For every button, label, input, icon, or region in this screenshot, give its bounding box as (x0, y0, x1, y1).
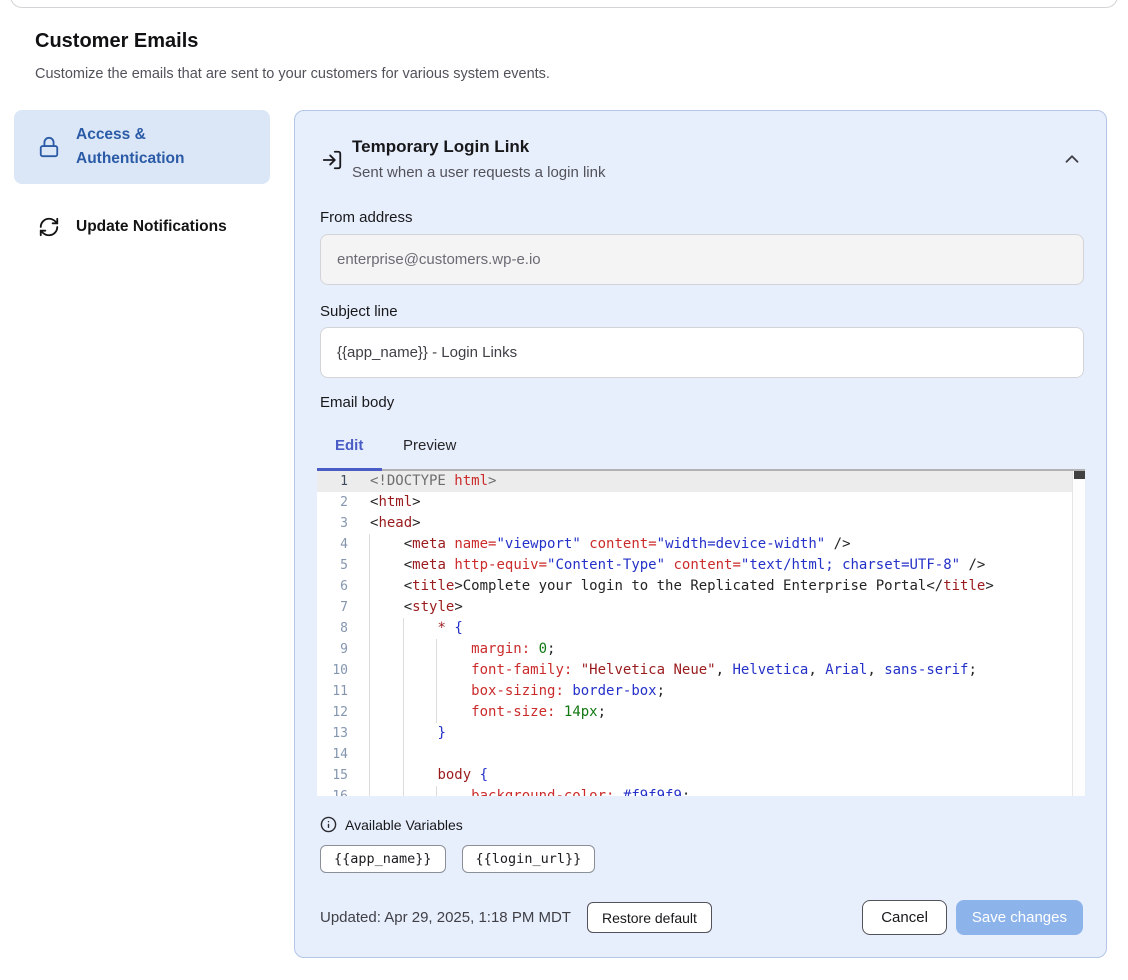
subject-line-input[interactable] (320, 327, 1084, 378)
line-number: 8 (317, 618, 348, 639)
available-variables-label: Available Variables (345, 817, 463, 833)
code-line-text: * { (370, 618, 463, 639)
code-line-text: <meta http-equiv="Content-Type" content=… (370, 555, 985, 576)
variable-chip-app-name[interactable]: {{app_name}} (320, 845, 446, 873)
cancel-button[interactable]: Cancel (862, 900, 947, 935)
indent-guide (369, 744, 370, 765)
code-line-text: <meta name="viewport" content="width=dev… (370, 534, 851, 555)
restore-default-button[interactable]: Restore default (587, 902, 712, 933)
refresh-icon (38, 216, 60, 238)
code-line[interactable]: 9 margin: 0; (317, 639, 1072, 660)
sidebar-item-update-notifications[interactable]: Update Notifications (14, 203, 270, 251)
code-line[interactable]: 5 <meta http-equiv="Content-Type" conten… (317, 555, 1072, 576)
code-line-text: <!DOCTYPE html> (370, 471, 496, 492)
code-line[interactable]: 2 <html> (317, 492, 1072, 513)
code-line[interactable]: 6 <title>Complete your login to the Repl… (317, 576, 1072, 597)
temporary-login-link-card: Temporary Login Link Sent when a user re… (294, 110, 1107, 958)
code-line[interactable]: 15 body { (317, 765, 1072, 786)
line-number: 3 (317, 513, 348, 534)
code-line[interactable]: 13 } (317, 723, 1072, 744)
section-title: Temporary Login Link (352, 137, 529, 157)
line-number: 6 (317, 576, 348, 597)
code-line-text: body { (370, 765, 488, 786)
info-icon (320, 816, 337, 833)
code-line[interactable]: 11 box-sizing: border-box; (317, 681, 1072, 702)
line-number: 4 (317, 534, 348, 555)
chevron-up-icon[interactable] (1061, 147, 1085, 171)
line-number: 2 (317, 492, 348, 513)
line-number: 5 (317, 555, 348, 576)
code-line-text: font-family: "Helvetica Neue", Helvetica… (370, 660, 977, 681)
line-number: 1 (317, 471, 348, 492)
page-subtitle: Customize the emails that are sent to yo… (35, 66, 550, 82)
log-in-icon (321, 149, 343, 171)
editor-scrollbar-track[interactable] (1072, 471, 1085, 796)
code-line-text: font-size: 14px; (370, 702, 606, 723)
line-number: 11 (317, 681, 348, 702)
tab-preview[interactable]: Preview (403, 437, 456, 454)
sidebar-item-label: Update Notifications (76, 215, 227, 239)
code-line-text: margin: 0; (370, 639, 555, 660)
section-subtitle: Sent when a user requests a login link (352, 164, 605, 181)
code-line-text: <style> (370, 597, 463, 618)
code-line[interactable]: 1 <!DOCTYPE html> (317, 471, 1072, 492)
indent-guide (403, 744, 404, 765)
sidebar-item-label: Access & Authentication (76, 123, 256, 171)
code-line[interactable]: 7 <style> (317, 597, 1072, 618)
line-number: 12 (317, 702, 348, 723)
email-types-sidebar: Access & Authentication Update Notificat… (14, 110, 270, 251)
previous-card-bottom-edge (10, 0, 1118, 8)
page-title: Customer Emails (35, 30, 198, 53)
from-address-label: From address (320, 209, 413, 226)
code-line[interactable]: 4 <meta name="viewport" content="width=d… (317, 534, 1072, 555)
line-number: 15 (317, 765, 348, 786)
from-address-input[interactable] (320, 234, 1084, 285)
code-line[interactable]: 3 <head> (317, 513, 1072, 534)
code-line[interactable]: 10 font-family: "Helvetica Neue", Helvet… (317, 660, 1072, 681)
editor-scrollbar-thumb[interactable] (1074, 471, 1085, 479)
email-body-code-editor[interactable]: 1<!DOCTYPE html>2<html>3<head>4 <meta na… (317, 471, 1085, 796)
code-line[interactable]: 14 (317, 744, 1072, 765)
code-line[interactable]: 16 background-color: #f9f9f9; (317, 786, 1072, 796)
code-editor-lines: 1<!DOCTYPE html>2<html>3<head>4 <meta na… (317, 471, 1072, 796)
sidebar-item-access-authentication[interactable]: Access & Authentication (14, 110, 270, 184)
tab-edit[interactable]: Edit (335, 437, 363, 454)
subject-line-label: Subject line (320, 303, 398, 320)
code-line-text: } (370, 723, 446, 744)
code-line[interactable]: 12 font-size: 14px; (317, 702, 1072, 723)
code-line[interactable]: 8 * { (317, 618, 1072, 639)
variable-chip-login-url[interactable]: {{login_url}} (462, 845, 596, 873)
line-number: 10 (317, 660, 348, 681)
line-number: 7 (317, 597, 348, 618)
save-changes-button[interactable]: Save changes (956, 900, 1083, 935)
code-line-text: box-sizing: border-box; (370, 681, 665, 702)
line-number: 14 (317, 744, 348, 765)
line-number: 16 (317, 786, 348, 796)
code-line-text: <head> (370, 513, 421, 534)
line-number: 13 (317, 723, 348, 744)
code-line-text: background-color: #f9f9f9; (370, 786, 690, 796)
code-line-text: <html> (370, 492, 421, 513)
code-line-text: <title>Complete your login to the Replic… (370, 576, 994, 597)
lock-icon (38, 136, 60, 158)
line-number: 9 (317, 639, 348, 660)
updated-timestamp: Updated: Apr 29, 2025, 1:18 PM MDT (320, 909, 571, 926)
email-body-label: Email body (320, 394, 394, 411)
